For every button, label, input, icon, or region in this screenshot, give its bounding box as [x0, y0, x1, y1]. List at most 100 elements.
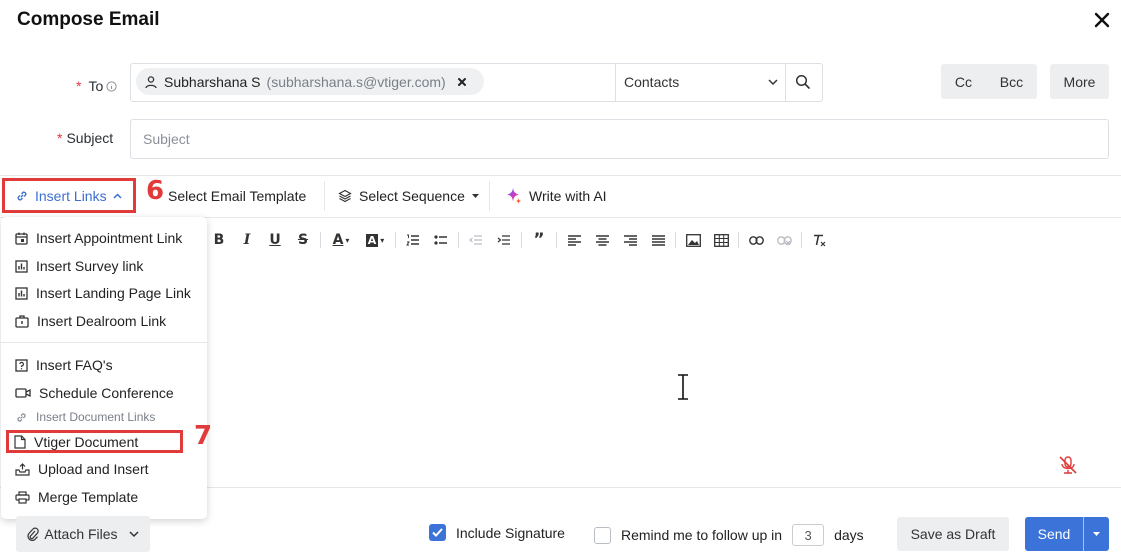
menu-item-upload-and-insert[interactable]: Upload and Insert	[15, 461, 149, 477]
divider	[556, 232, 557, 248]
bullet-list-icon[interactable]	[427, 229, 455, 251]
remind-checkbox[interactable]	[594, 526, 611, 544]
align-center-icon[interactable]	[588, 229, 616, 251]
include-signature-option: Include Signature	[429, 524, 565, 541]
save-as-draft-button[interactable]: Save as Draft	[897, 517, 1009, 551]
select-email-template-button[interactable]: Select Email Template	[168, 188, 306, 204]
chart-icon	[15, 259, 28, 273]
divider	[801, 232, 802, 248]
align-left-icon[interactable]	[560, 229, 588, 251]
divider	[0, 175, 1121, 176]
question-icon	[15, 358, 28, 372]
dialog-title: Compose Email	[17, 9, 160, 30]
to-label: * To	[76, 78, 117, 94]
send-button[interactable]: Send	[1025, 526, 1083, 542]
divider	[675, 232, 676, 248]
underline-icon[interactable]: U	[261, 229, 289, 251]
layers-icon	[338, 189, 352, 203]
divider	[320, 232, 321, 248]
image-icon[interactable]	[679, 229, 707, 251]
include-signature-checkbox[interactable]	[429, 524, 446, 541]
follow-up-reminder-option: Remind me to follow up in days	[594, 524, 864, 546]
divider	[521, 232, 522, 248]
recipient-name: Subharshana S	[164, 73, 261, 90]
send-options-caret-icon[interactable]	[1084, 532, 1109, 536]
remind-days-input[interactable]	[792, 524, 825, 546]
menu-item-schedule-conference[interactable]: Schedule Conference	[15, 385, 174, 401]
clear-formatting-icon[interactable]	[805, 229, 833, 251]
outdent-icon[interactable]	[462, 229, 490, 251]
divider	[324, 181, 325, 211]
divider	[615, 64, 616, 101]
italic-icon[interactable]: I	[233, 229, 261, 251]
chart-icon	[15, 286, 28, 300]
link-icon	[17, 412, 26, 422]
align-justify-icon[interactable]	[644, 229, 672, 251]
chevron-up-icon	[113, 192, 122, 199]
cc-bcc-group: Cc Bcc	[941, 64, 1037, 99]
recipient-email: (subharshana.s@vtiger.com)	[266, 73, 446, 90]
chevron-down-icon	[768, 78, 778, 85]
menu-item-dealroom-link[interactable]: Insert Dealroom Link	[15, 313, 166, 329]
attach-files-button[interactable]: Attach Files	[16, 516, 150, 552]
document-links-heading: Insert Document Links	[15, 410, 155, 424]
divider	[738, 232, 739, 248]
write-with-ai-button[interactable]: Write with AI	[505, 187, 607, 204]
step-callout: 6	[146, 176, 165, 206]
chevron-down-icon	[129, 530, 139, 537]
user-icon	[145, 75, 157, 88]
caret-down-icon	[471, 194, 479, 198]
unlink-icon[interactable]	[770, 229, 798, 251]
close-icon[interactable]	[1093, 11, 1111, 29]
recipient-source-select[interactable]: Contacts	[624, 74, 778, 90]
divider	[489, 181, 490, 211]
divider	[1, 342, 207, 343]
align-right-icon[interactable]	[616, 229, 644, 251]
bcc-button[interactable]: Bcc	[1000, 74, 1023, 90]
video-icon	[15, 388, 31, 398]
subject-label: * Subject	[57, 130, 114, 146]
calendar-icon	[15, 232, 28, 245]
required-asterisk: *	[76, 78, 82, 94]
step-callout: 7	[194, 421, 213, 451]
text-cursor-icon	[675, 374, 691, 400]
link-icon	[17, 190, 27, 201]
highlight-color-icon[interactable]: A ▾	[358, 229, 392, 251]
select-sequence-button[interactable]: Select Sequence	[338, 188, 479, 204]
sparkle-icon	[507, 188, 521, 204]
menu-item-landing-page-link[interactable]: Insert Landing Page Link	[15, 285, 191, 301]
formatting-toolbar: B I U S A ▾ A ▾ ”	[205, 229, 833, 251]
send-button-group: Send	[1025, 517, 1109, 551]
search-icon[interactable]	[795, 74, 811, 90]
menu-item-appointment-link[interactable]: Insert Appointment Link	[15, 230, 182, 246]
document-icon	[14, 435, 26, 449]
bold-icon[interactable]: B	[205, 229, 233, 251]
menu-item-survey-link[interactable]: Insert Survey link	[15, 258, 143, 274]
insert-link-icon[interactable]	[742, 229, 770, 251]
microphone-off-icon[interactable]	[1057, 455, 1079, 475]
insert-links-dropdown: Insert Appointment Link Insert Survey li…	[1, 217, 207, 519]
table-icon[interactable]	[707, 229, 735, 251]
printer-icon	[15, 490, 30, 504]
text-color-icon[interactable]: A ▾	[324, 229, 358, 251]
subject-input[interactable]	[130, 119, 1109, 159]
menu-item-merge-template[interactable]: Merge Template	[15, 489, 138, 505]
checkmark-icon	[432, 528, 443, 537]
info-icon	[106, 80, 117, 92]
paperclip-icon	[27, 527, 40, 541]
divider	[395, 232, 396, 248]
more-button[interactable]: More	[1050, 64, 1109, 99]
indent-icon[interactable]	[490, 229, 518, 251]
remove-recipient-icon[interactable]	[456, 76, 468, 88]
blockquote-icon[interactable]: ”	[525, 229, 553, 251]
strikethrough-icon[interactable]: S	[289, 229, 317, 251]
menu-item-faqs[interactable]: Insert FAQ's	[15, 357, 113, 373]
insert-links-button[interactable]: Insert Links	[2, 178, 136, 213]
required-asterisk: *	[57, 130, 63, 146]
cc-button[interactable]: Cc	[955, 74, 972, 90]
recipient-chip[interactable]: Subharshana S (subharshana.s@vtiger.com)	[136, 68, 484, 95]
briefcase-icon	[15, 314, 29, 328]
numbered-list-icon[interactable]	[399, 229, 427, 251]
divider	[458, 232, 459, 248]
menu-item-vtiger-document[interactable]: Vtiger Document	[14, 434, 138, 450]
